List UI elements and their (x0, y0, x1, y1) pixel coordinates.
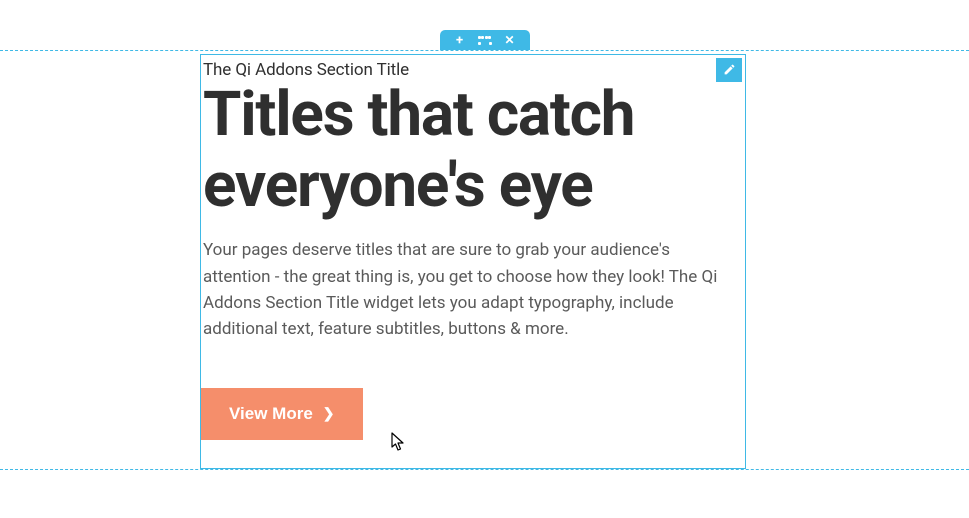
section-subtitle: The Qi Addons Section Title (203, 60, 743, 80)
section-title: Titles that catch everyone's eye (203, 80, 743, 221)
section-border-bottom (0, 469, 969, 470)
section-toolbar: + ✕ (440, 30, 530, 50)
add-section-icon[interactable]: + (451, 32, 469, 48)
view-more-button[interactable]: View More ❯ (201, 388, 363, 440)
column[interactable]: The Qi Addons Section Title Titles that … (200, 54, 746, 469)
drag-section-icon[interactable] (476, 32, 494, 48)
button-label: View More (229, 404, 313, 424)
delete-section-icon[interactable]: ✕ (501, 32, 519, 48)
edit-widget-button[interactable] (716, 58, 742, 82)
pencil-icon (723, 61, 736, 80)
section: + ✕ The Qi Addons Section Title Titles t… (0, 50, 969, 470)
section-description: Your pages deserve titles that are sure … (203, 237, 723, 342)
section-border-top (0, 50, 969, 51)
chevron-right-icon: ❯ (323, 405, 335, 422)
